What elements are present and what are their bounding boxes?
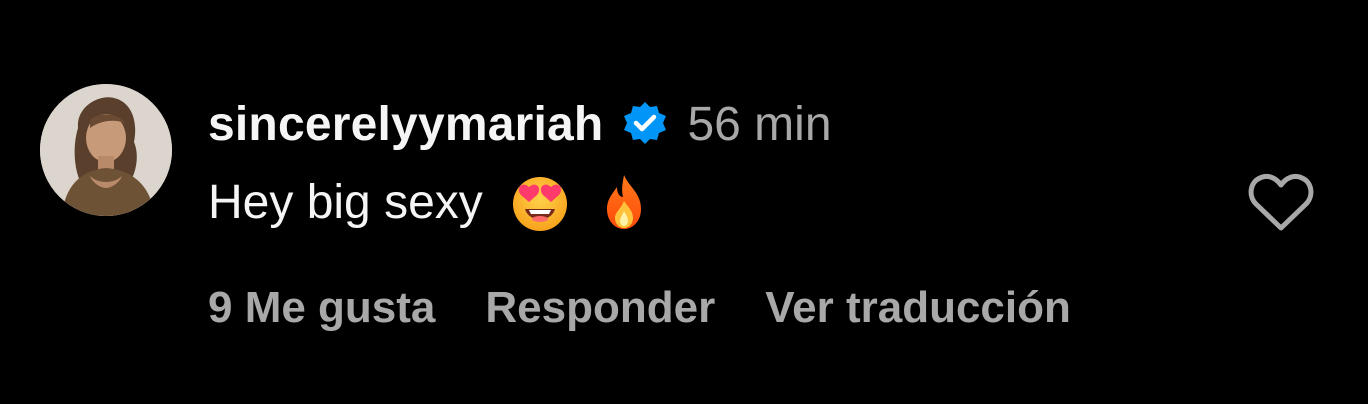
fire-emoji <box>593 171 655 233</box>
like-button[interactable] <box>1246 170 1316 234</box>
comment-actions: 9 Me gusta Responder Ver traducción <box>208 278 1071 338</box>
heart-eyes-emoji <box>509 171 571 233</box>
username[interactable]: sincerelyymariah <box>208 97 603 152</box>
comment-header: sincerelyymariah 56 min <box>208 92 832 156</box>
reply-button[interactable]: Responder <box>485 283 715 333</box>
comment-text: Hey big sexy <box>208 175 483 229</box>
heart-outline-icon <box>1248 173 1314 231</box>
avatar-image <box>40 84 172 216</box>
timestamp: 56 min <box>687 97 832 151</box>
avatar[interactable] <box>40 84 172 216</box>
likes-count-link[interactable]: 9 Me gusta <box>208 283 435 333</box>
see-translation-button[interactable]: Ver traducción <box>765 283 1071 333</box>
comment-emojis <box>509 171 655 233</box>
comment: sincerelyymariah 56 min Hey big sexy 9 M… <box>0 0 1368 404</box>
verified-check-icon <box>621 100 669 148</box>
comment-body: Hey big sexy <box>208 168 655 236</box>
